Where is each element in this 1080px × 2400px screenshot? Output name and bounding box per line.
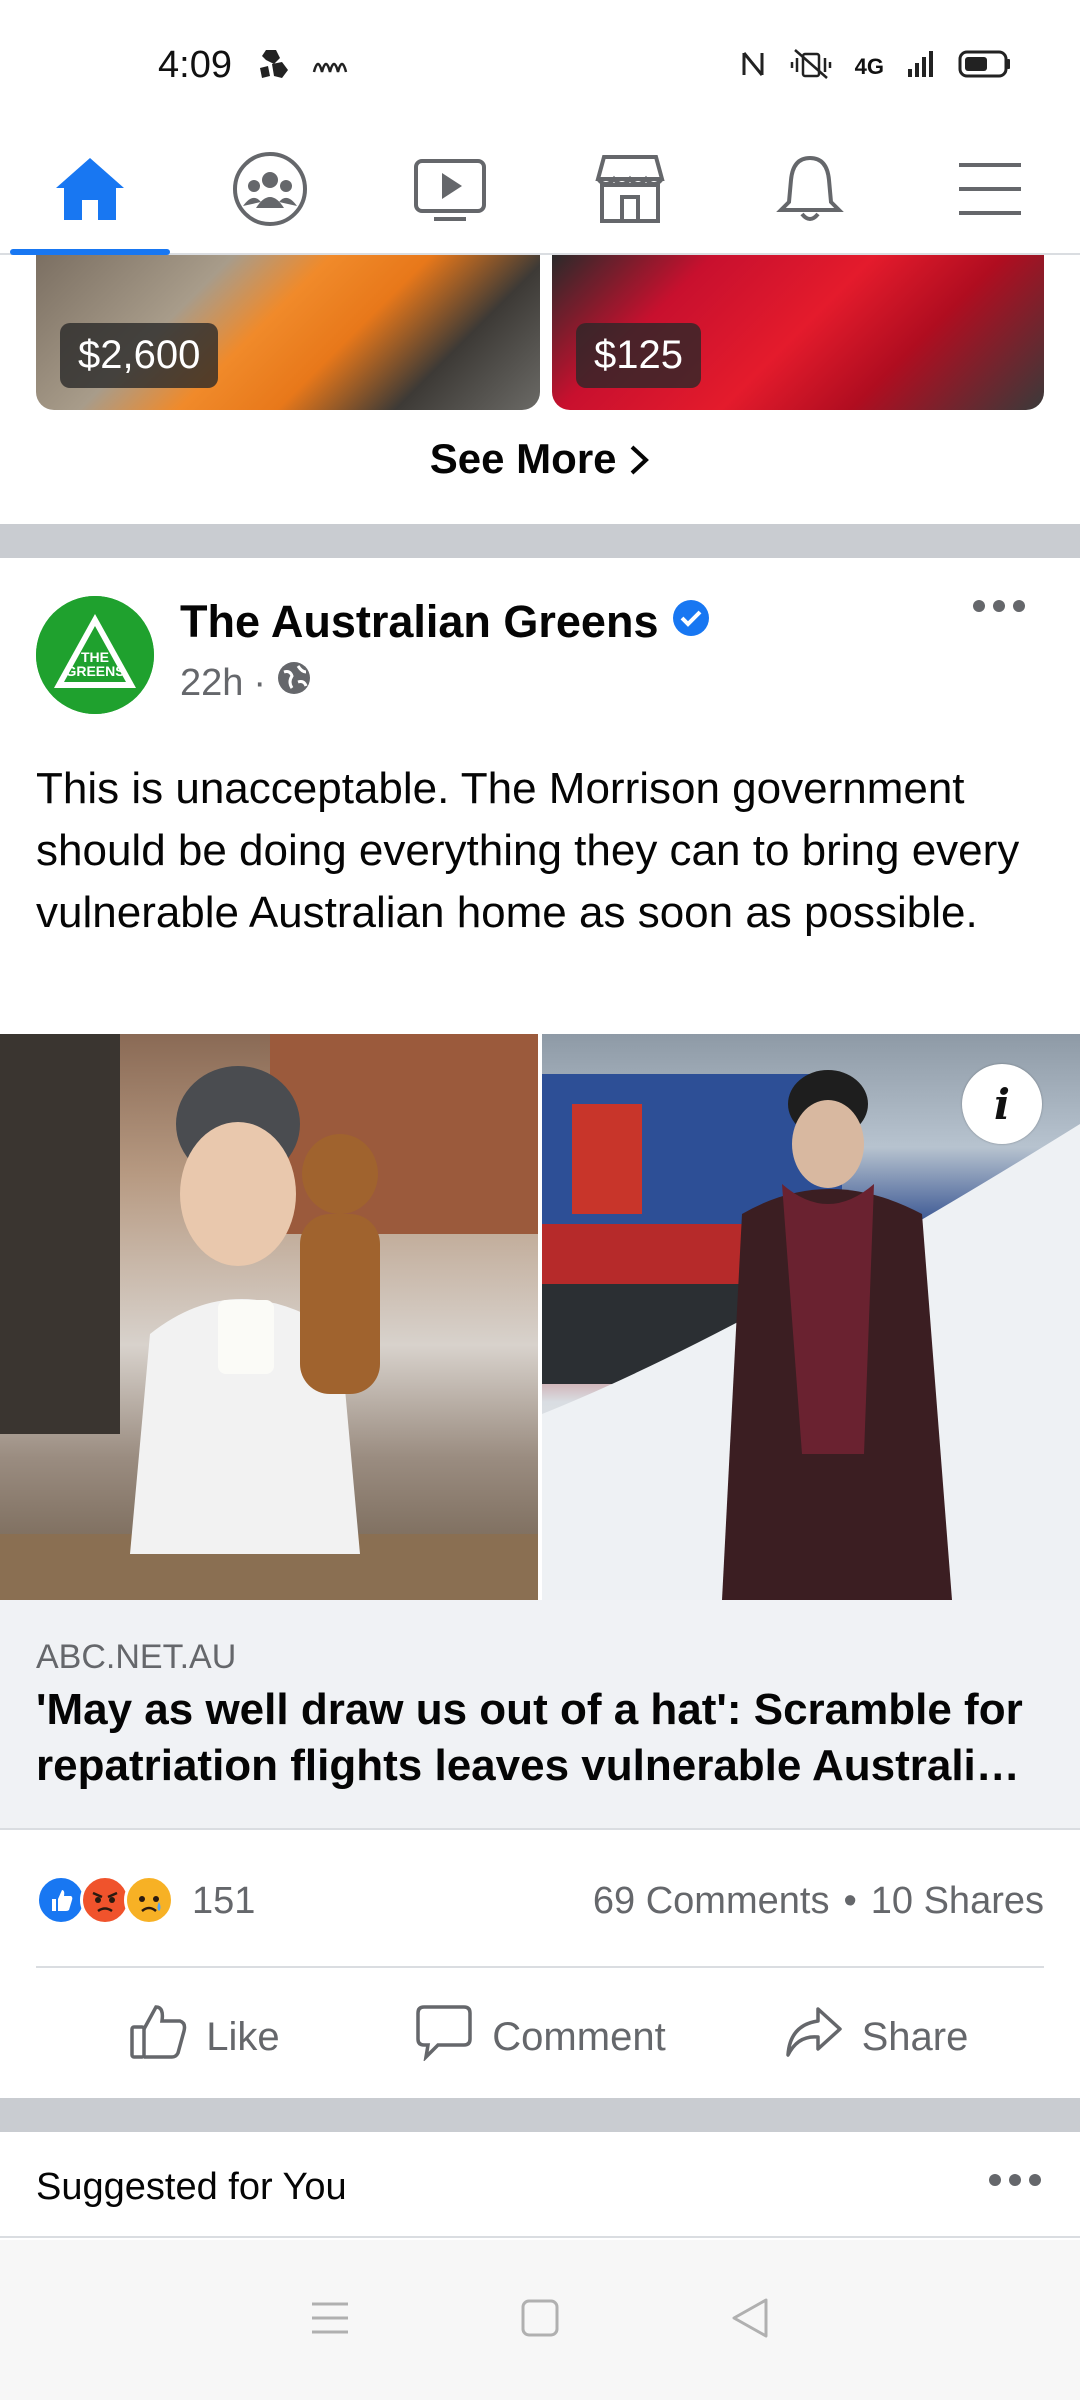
link-preview[interactable]: ABC.NET.AU 'May as well draw us out of a…	[0, 1600, 1080, 1830]
groups-icon	[231, 150, 309, 233]
comments-shares: 69 Comments • 10 Shares	[593, 1880, 1044, 1923]
price-badge: $2,600	[60, 323, 219, 388]
post-actions: Like Comment Share	[36, 1966, 1044, 2106]
comment-bubble-icon	[414, 2003, 474, 2071]
angry-reaction-icon	[80, 1875, 130, 1925]
tab-watch[interactable]	[360, 130, 540, 253]
link-title: 'May as well draw us out of a hat': Scra…	[36, 1685, 1023, 1790]
tab-marketplace[interactable]	[540, 130, 720, 253]
bell-icon	[775, 152, 845, 231]
hamburger-menu-icon	[955, 159, 1025, 224]
svg-text:GREENS: GREENS	[65, 663, 124, 679]
tab-notifications[interactable]	[720, 130, 900, 253]
nfc-icon	[739, 49, 767, 84]
more-dots-icon	[988, 2174, 1042, 2192]
link-image[interactable]: i	[0, 1034, 1080, 1600]
marketplace-store-icon	[592, 153, 668, 230]
reactions-summary: 151 69 Comments • 10 Shares	[0, 1830, 1080, 1966]
cellular-signal-icon	[906, 49, 936, 84]
tab-groups[interactable]	[180, 130, 360, 253]
reaction-count[interactable]: 151	[192, 1880, 255, 1923]
home-icon	[52, 154, 128, 229]
feed-divider	[0, 524, 1080, 558]
sad-reaction-icon	[124, 1875, 174, 1925]
verified-badge-icon	[672, 596, 710, 648]
post-text: This is unacceptable. The Morrison gover…	[36, 764, 1020, 937]
back-triangle-icon[interactable]	[730, 2297, 770, 2344]
network-type-label: 4G	[854, 53, 884, 79]
photo-woman-with-dog	[0, 1034, 538, 1600]
tab-menu[interactable]	[900, 130, 1080, 253]
vibrate-mute-icon	[789, 48, 833, 85]
marketplace-strip: $2,600 $125 See More	[0, 255, 1080, 525]
thumbs-up-icon	[128, 2003, 188, 2071]
post-time[interactable]: 22h	[180, 662, 243, 705]
marketplace-item-card[interactable]: $2,600	[36, 255, 540, 410]
video-play-icon	[412, 155, 488, 228]
suggested-options-button[interactable]	[988, 2172, 1042, 2193]
like-reaction-icon	[36, 1875, 86, 1925]
tab-home[interactable]	[0, 130, 180, 255]
globe-icon	[276, 660, 312, 706]
info-button[interactable]: i	[962, 1064, 1042, 1144]
home-square-icon[interactable]	[520, 2298, 560, 2343]
link-domain: ABC.NET.AU	[36, 1638, 237, 1676]
greens-logo-icon: THE GREENS	[36, 596, 154, 714]
meta-separator: ·	[253, 661, 267, 704]
comment-button[interactable]: Comment	[372, 1968, 708, 2106]
post-options-button[interactable]	[972, 598, 1026, 619]
signal-waves-icon	[312, 52, 352, 81]
status-time: 4:09	[158, 44, 232, 86]
share-button[interactable]: Share	[708, 1968, 1044, 2106]
feed-divider	[0, 2098, 1080, 2132]
price-badge: $125	[576, 323, 701, 388]
see-more-link[interactable]: See More	[0, 435, 1080, 483]
chevron-right-icon	[628, 435, 650, 482]
photo-woman-in-snow: i	[542, 1034, 1080, 1600]
meta-dot: •	[843, 1880, 857, 1922]
suggested-section-header: Suggested for You	[0, 2132, 1080, 2238]
comments-count-link[interactable]: 69 Comments	[593, 1880, 830, 1923]
page-name-link[interactable]: The Australian Greens	[180, 596, 710, 648]
shares-count-link[interactable]: 10 Shares	[871, 1880, 1044, 1923]
suggested-label: Suggested for You	[36, 2166, 347, 2208]
battery-icon	[958, 49, 1012, 84]
post-meta: 22h ·	[180, 660, 312, 706]
more-dots-icon	[972, 600, 1026, 618]
reaction-icons[interactable]	[36, 1875, 174, 1925]
share-arrow-icon	[784, 2005, 844, 2069]
status-bar: 4:09 4G	[0, 0, 1080, 130]
like-button[interactable]: Like	[36, 1968, 372, 2106]
marketplace-item-card[interactable]: $125	[552, 255, 1044, 410]
page-avatar[interactable]: THE GREENS	[36, 596, 154, 714]
system-navigation-bar	[0, 2240, 1080, 2400]
top-navigation	[0, 130, 1080, 255]
recent-apps-icon[interactable]	[310, 2300, 350, 2341]
hexagon-app-icon	[256, 46, 292, 87]
